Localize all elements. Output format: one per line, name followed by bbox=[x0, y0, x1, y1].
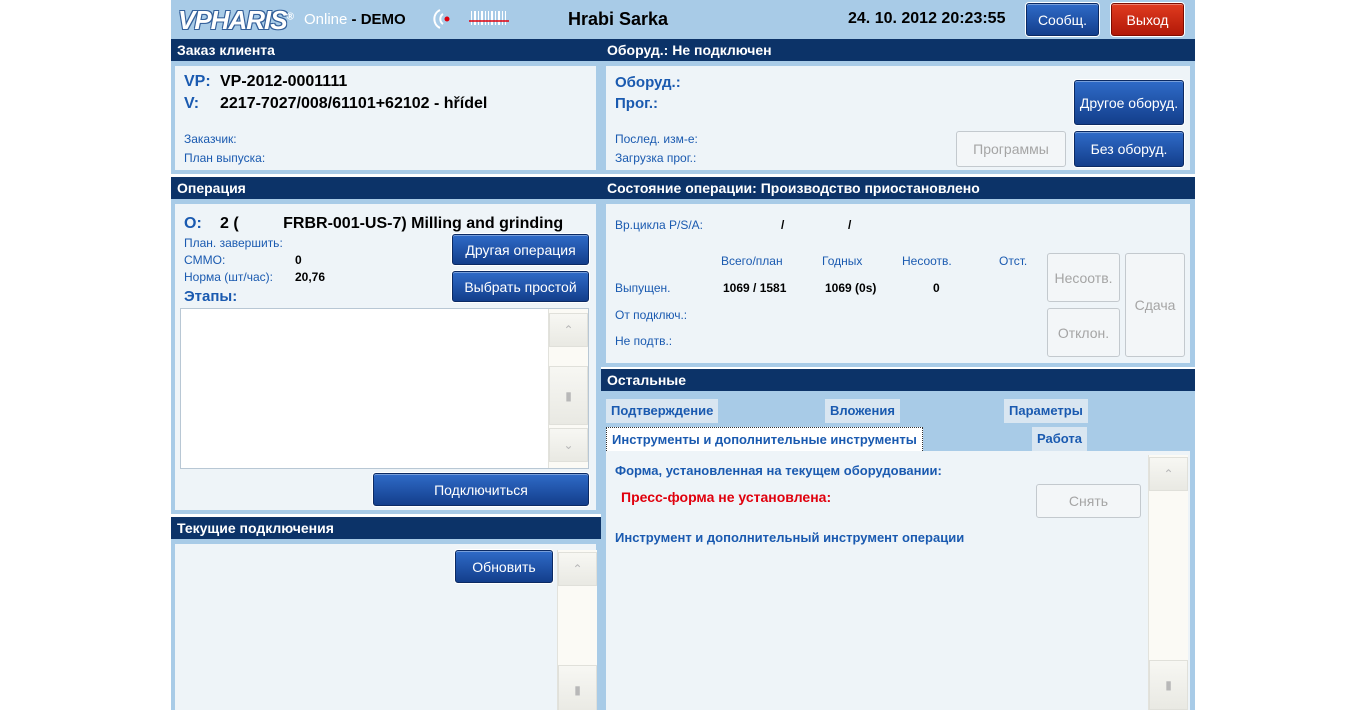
app-window: VPHARIS® Online - DEMO Hrabi Sarka 24. 1… bbox=[171, 0, 1195, 710]
connections-scrollbar[interactable]: ⌃ ▮ bbox=[557, 550, 597, 710]
choose-idle-button[interactable]: Выбрать простой bbox=[452, 271, 589, 302]
other-operation-button[interactable]: Другая операция bbox=[452, 234, 589, 265]
vp-value: VP-2012-0001111 bbox=[220, 73, 348, 90]
tools-scrollbar[interactable]: ⌃ ▮ bbox=[1148, 455, 1188, 710]
scroll-thumb-icon[interactable]: ▮ bbox=[558, 665, 597, 710]
released-total-value: 1069 / 1581 bbox=[723, 281, 787, 295]
barcode-icon bbox=[469, 11, 509, 25]
order-frame: VP: VP-2012-0001111 V: 2217-7027/008/611… bbox=[171, 61, 601, 174]
chevron-up-icon[interactable]: ⌃ bbox=[549, 313, 588, 347]
operation-panel: O: 2 ( FRBR-001-US-7) Milling and grindi… bbox=[175, 204, 596, 510]
top-bar: VPHARIS® Online - DEMO Hrabi Sarka 24. 1… bbox=[171, 0, 1195, 39]
tool-label: Инструмент и дополнительный инструмент о… bbox=[615, 530, 965, 545]
rfid-signal-icon bbox=[433, 9, 450, 29]
connect-button[interactable]: Подключиться bbox=[373, 473, 589, 506]
messages-button[interactable]: Сообщ. bbox=[1026, 3, 1099, 36]
cycle-separator-1: / bbox=[781, 218, 785, 232]
noncompliant-button[interactable]: Несоотв. bbox=[1047, 253, 1120, 302]
no-equipment-button[interactable]: Без оборуд. bbox=[1074, 131, 1184, 167]
others-header: Остальные bbox=[601, 369, 1195, 391]
exit-button[interactable]: Выход bbox=[1111, 3, 1184, 36]
equipment-label: Оборуд.: bbox=[615, 74, 681, 91]
program-label: Прог.: bbox=[615, 95, 659, 112]
reject-button[interactable]: Отклон. bbox=[1047, 308, 1120, 357]
col-good: Годных bbox=[822, 254, 863, 268]
connection-status: Online - DEMO bbox=[304, 11, 406, 28]
col-rejected: Отст. bbox=[999, 254, 1028, 268]
logo: VPHARIS® bbox=[178, 5, 294, 35]
order-header: Заказ клиента bbox=[171, 39, 601, 61]
operation-o-value: 2 ( FRBR-001-US-7) Milling and grinding bbox=[220, 215, 564, 232]
last-change-label: Послед. изм-е: bbox=[615, 132, 698, 146]
cmmo-value: 0 bbox=[295, 253, 302, 267]
chevron-up-icon[interactable]: ⌃ bbox=[558, 552, 597, 586]
scroll-thumb-icon[interactable]: ▮ bbox=[549, 366, 588, 425]
mold-missing-warning: Пресс-форма не установлена: bbox=[621, 489, 832, 505]
row-unconfirmed-label: Не подтв.: bbox=[615, 334, 673, 348]
released-noncompliant-value: 0 bbox=[933, 281, 940, 295]
row-released-label: Выпущен. bbox=[615, 281, 671, 295]
refresh-button[interactable]: Обновить bbox=[455, 550, 553, 583]
tools-panel: Форма, установленная на текущем оборудов… bbox=[606, 451, 1190, 710]
connections-header: Текущие подключения bbox=[171, 517, 601, 539]
other-equipment-button[interactable]: Другое оборуд. bbox=[1074, 80, 1184, 125]
row-from-connection-label: От подключ.: bbox=[615, 308, 688, 322]
mode-label: - DEMO bbox=[351, 11, 406, 28]
equipment-panel: Оборуд.: Прог.: Послед. изм-е: Загрузка … bbox=[606, 66, 1190, 170]
v-value: 2217-7027/008/61101+62102 - hřídel bbox=[220, 95, 488, 112]
chevron-down-icon[interactable]: ⌄ bbox=[549, 428, 588, 462]
chevron-up-icon[interactable]: ⌃ bbox=[1149, 457, 1188, 491]
others-frame: Подтверждение Вложения Параметры Инструм… bbox=[601, 391, 1195, 710]
tab-attachments[interactable]: Вложения bbox=[825, 399, 900, 423]
state-frame: Вр.цикла P/S/A: / / Всего/план Годных Не… bbox=[601, 199, 1195, 367]
plan-release-label: План выпуска: bbox=[184, 151, 266, 165]
equipment-frame: Оборуд.: Прог.: Послед. изм-е: Загрузка … bbox=[601, 61, 1195, 174]
stages-scrollbar[interactable]: ⌃ ▮ ⌄ bbox=[548, 309, 588, 468]
released-good-value: 1069 (0s) bbox=[825, 281, 877, 295]
datetime: 24. 10. 2012 20:23:55 bbox=[848, 10, 1006, 27]
v-label: V: bbox=[184, 95, 200, 112]
scroll-thumb-icon[interactable]: ▮ bbox=[1149, 660, 1188, 710]
vp-label: VP: bbox=[184, 73, 211, 90]
remove-button[interactable]: Снять bbox=[1036, 484, 1141, 518]
operation-o-label: O: bbox=[184, 215, 202, 232]
handover-button[interactable]: Сдача bbox=[1125, 253, 1185, 357]
connections-frame: Обновить ⌃ ▮ bbox=[171, 539, 601, 710]
tab-confirmation[interactable]: Подтверждение bbox=[606, 399, 719, 423]
norm-value: 20,76 bbox=[295, 270, 326, 284]
norm-label: Норма (шт/час): bbox=[184, 270, 273, 284]
tab-parameters[interactable]: Параметры bbox=[1004, 399, 1088, 423]
cmmo-label: CMMO: bbox=[184, 253, 226, 267]
order-panel: VP: VP-2012-0001111 V: 2217-7027/008/611… bbox=[175, 66, 596, 170]
operation-header: Операция bbox=[171, 177, 601, 199]
program-load-label: Загрузка прог.: bbox=[615, 151, 697, 165]
tab-work[interactable]: Работа bbox=[1032, 427, 1087, 451]
stages-list[interactable]: ⌃ ▮ ⌄ bbox=[180, 308, 589, 469]
programs-button[interactable]: Программы bbox=[956, 131, 1066, 167]
equipment-header: Оборуд.: Не подключен bbox=[601, 39, 1195, 61]
cycle-time-label: Вр.цикла P/S/A: bbox=[615, 218, 703, 232]
user-name: Hrabi Sarka bbox=[568, 9, 669, 29]
col-total-plan: Всего/план bbox=[721, 254, 783, 268]
connections-panel: Обновить ⌃ ▮ bbox=[175, 544, 597, 710]
state-header: Состояние операции: Производство приоста… bbox=[601, 177, 1195, 199]
tab-tools[interactable]: Инструменты и дополнительные инструменты bbox=[606, 427, 923, 451]
customer-label: Заказчик: bbox=[184, 132, 237, 146]
state-panel: Вр.цикла P/S/A: / / Всего/план Годных Не… bbox=[606, 204, 1190, 363]
col-noncompliant: Несоотв. bbox=[902, 254, 952, 268]
operation-frame: O: 2 ( FRBR-001-US-7) Milling and grindi… bbox=[171, 199, 601, 514]
mold-label: Форма, установленная на текущем оборудов… bbox=[615, 463, 942, 478]
stages-label: Этапы: bbox=[184, 288, 238, 305]
cycle-separator-2: / bbox=[848, 218, 852, 232]
plan-finish-label: План. завершить: bbox=[184, 236, 283, 250]
